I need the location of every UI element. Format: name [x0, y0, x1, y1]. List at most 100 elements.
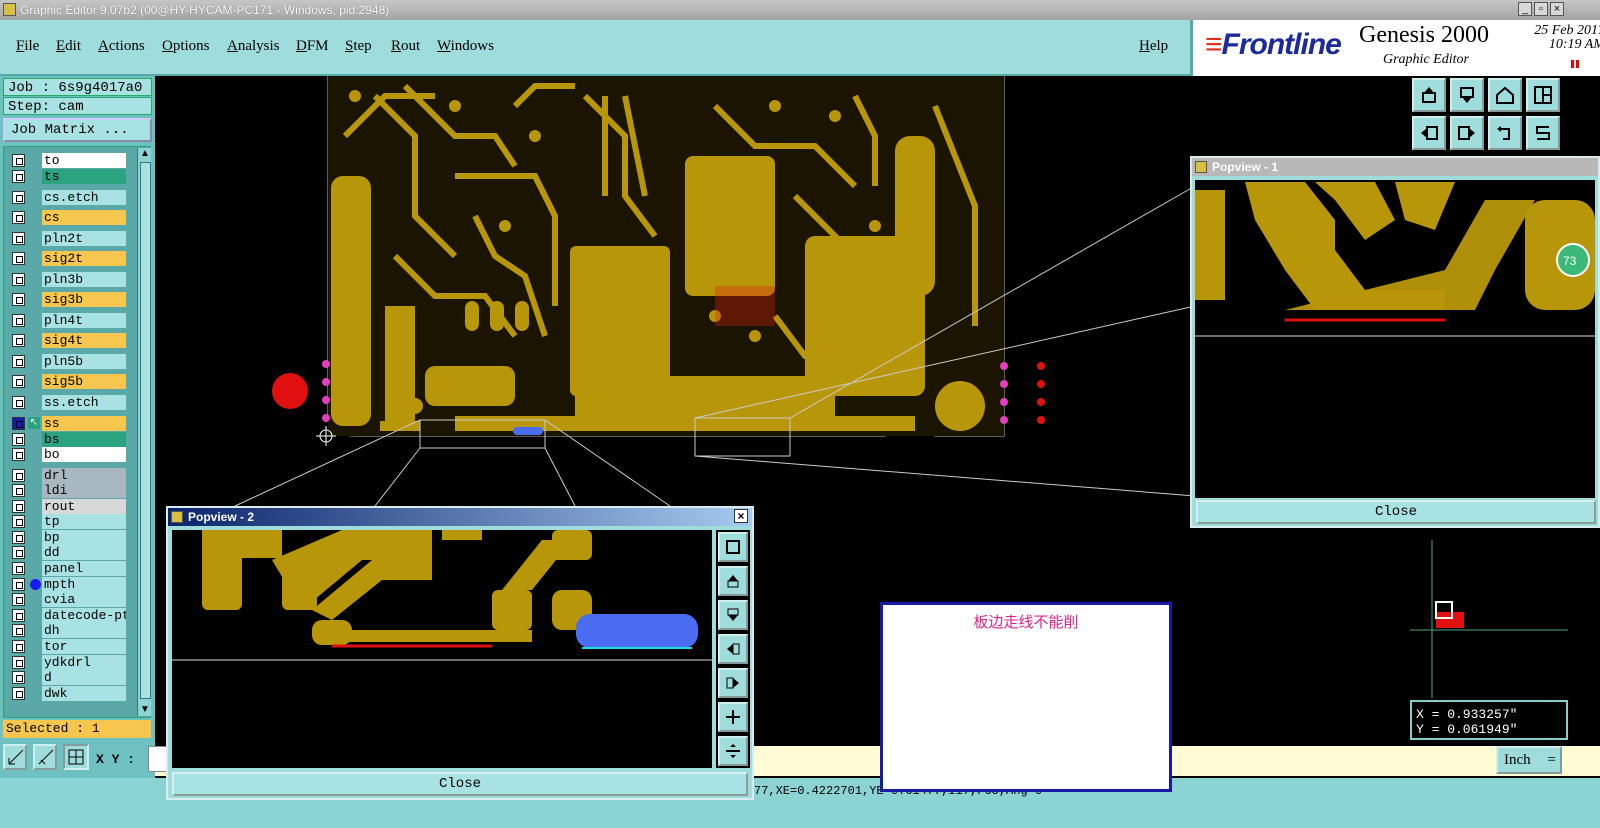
layer-row-sig2t[interactable]: sig2t: [10, 251, 126, 266]
menu-help[interactable]: Help: [1139, 38, 1168, 55]
layer-checkbox[interactable]: [12, 671, 25, 684]
layer-checkbox[interactable]: [12, 578, 25, 591]
xy-input[interactable]: [148, 746, 168, 772]
layer-row-cvia[interactable]: cvia: [10, 592, 126, 607]
layer-checkbox[interactable]: [12, 531, 25, 544]
layer-row-bs[interactable]: bs: [10, 432, 126, 447]
layer-row-ss[interactable]: ↖ ss: [10, 416, 126, 431]
layer-row-ldi[interactable]: ldi: [10, 483, 126, 498]
layer-checkbox[interactable]: [12, 640, 25, 653]
layer-row-rout[interactable]: rout: [10, 499, 126, 514]
menu-file[interactable]: File: [16, 38, 39, 55]
split-view-icon[interactable]: [1526, 78, 1560, 112]
grid-icon[interactable]: [63, 744, 89, 770]
layer-scrollbar[interactable]: ▲ ▼: [137, 148, 151, 716]
layer-checkbox[interactable]: [12, 252, 25, 265]
layer-checkbox[interactable]: [12, 593, 25, 606]
popview-2-close-icon[interactable]: ×: [734, 509, 748, 523]
snap-icon[interactable]: [33, 744, 57, 770]
layer-row-pln3b[interactable]: pln3b: [10, 272, 126, 287]
layer-row-sig4t[interactable]: sig4t: [10, 333, 126, 348]
job-matrix-button[interactable]: Job Matrix ...: [3, 118, 152, 142]
layer-checkbox[interactable]: [12, 687, 25, 700]
zoom-out-icon[interactable]: [718, 736, 748, 766]
undo-view-icon[interactable]: [1488, 116, 1522, 150]
layer-checkbox[interactable]: [12, 396, 25, 409]
window-titlebar[interactable]: Graphic Editor 9.07b2 (00@HY-HYCAM-PC171…: [0, 0, 1600, 20]
menu-rout[interactable]: Rout: [391, 38, 420, 55]
layer-row-datecode-pte[interactable]: datecode-pte: [10, 608, 126, 623]
layer-row-bo[interactable]: bo: [10, 447, 126, 462]
layer-row-pln2t[interactable]: pln2t: [10, 231, 126, 246]
popview-1-close-button[interactable]: Close: [1196, 500, 1596, 524]
layer-checkbox[interactable]: [12, 469, 25, 482]
layer-row-mpth[interactable]: mpth: [10, 577, 126, 592]
popview-2-canvas[interactable]: [172, 530, 712, 768]
layer-checkbox[interactable]: [12, 355, 25, 368]
pan-right-icon[interactable]: [1450, 116, 1484, 150]
menu-actions[interactable]: Actions: [98, 38, 145, 55]
layer-checkbox[interactable]: [12, 448, 25, 461]
layer-checkbox[interactable]: [12, 656, 25, 669]
layer-checkbox[interactable]: [12, 624, 25, 637]
layer-checkbox[interactable]: [12, 609, 25, 622]
popview-1-canvas[interactable]: 73: [1195, 180, 1595, 498]
layer-row-bp[interactable]: bp: [10, 530, 126, 545]
layer-row-tp[interactable]: tp: [10, 514, 126, 529]
layer-checkbox[interactable]: [12, 433, 25, 446]
popview-2-close-button[interactable]: Close: [172, 772, 748, 796]
layer-row-ydkdrl[interactable]: ydkdrl: [10, 655, 126, 670]
layer-checkbox[interactable]: [12, 211, 25, 224]
layer-row-cs-etch[interactable]: cs.etch: [10, 190, 126, 205]
refresh-icon[interactable]: [1526, 116, 1560, 150]
layer-checkbox[interactable]: [12, 515, 25, 528]
pan-left-icon[interactable]: [718, 634, 748, 664]
zoom-fit-icon[interactable]: [718, 532, 748, 562]
layer-row-ts[interactable]: ts: [10, 169, 126, 184]
layer-checkbox[interactable]: [12, 170, 25, 183]
layer-row-sig5b[interactable]: sig5b: [10, 374, 126, 389]
pan-right-icon[interactable]: [718, 668, 748, 698]
units-select[interactable]: Inch =: [1496, 746, 1562, 774]
popview-2-titlebar[interactable]: Popview - 2 ×: [168, 508, 752, 526]
layer-row-pln5b[interactable]: pln5b: [10, 354, 126, 369]
layer-row-pln4t[interactable]: pln4t: [10, 313, 126, 328]
minimize-icon[interactable]: _: [1518, 2, 1532, 16]
popview-1-titlebar[interactable]: Popview - 1: [1192, 158, 1598, 176]
close-icon[interactable]: ×: [1550, 2, 1564, 16]
layer-checkbox[interactable]: [12, 417, 25, 430]
measure-icon[interactable]: [3, 744, 27, 770]
layer-checkbox[interactable]: [12, 500, 25, 513]
maximize-icon[interactable]: ▫: [1534, 2, 1548, 16]
layer-checkbox[interactable]: [12, 191, 25, 204]
menu-windows[interactable]: Windows: [437, 38, 494, 55]
layer-checkbox[interactable]: [12, 232, 25, 245]
layer-row-to[interactable]: to: [10, 153, 126, 168]
home-icon[interactable]: [1488, 78, 1522, 112]
pan-down-icon[interactable]: [718, 600, 748, 630]
layer-row-dd[interactable]: dd: [10, 545, 126, 560]
layer-checkbox[interactable]: [12, 375, 25, 388]
pan-left-icon[interactable]: [1412, 116, 1446, 150]
menu-options[interactable]: Options: [162, 38, 210, 55]
pan-down-icon[interactable]: [1450, 78, 1484, 112]
zoom-in-icon[interactable]: [718, 702, 748, 732]
layer-checkbox[interactable]: [12, 293, 25, 306]
layer-row-sig3b[interactable]: sig3b: [10, 292, 126, 307]
layer-row-dh[interactable]: dh: [10, 623, 126, 638]
layer-row-drl[interactable]: drl: [10, 468, 126, 483]
menu-dfm[interactable]: DFM: [296, 38, 329, 55]
layer-row-tor[interactable]: tor: [10, 639, 126, 654]
layer-row-ss-etch[interactable]: ss.etch: [10, 395, 126, 410]
layer-row-panel[interactable]: panel: [10, 561, 126, 576]
menu-analysis[interactable]: Analysis: [227, 38, 280, 55]
layer-checkbox[interactable]: [12, 484, 25, 497]
pan-up-icon[interactable]: [718, 566, 748, 596]
layer-checkbox[interactable]: [12, 546, 25, 559]
layer-checkbox[interactable]: [12, 334, 25, 347]
layer-checkbox[interactable]: [12, 273, 25, 286]
layer-checkbox[interactable]: [12, 314, 25, 327]
layer-row-cs[interactable]: cs: [10, 210, 126, 225]
pan-up-icon[interactable]: [1412, 78, 1446, 112]
menu-step[interactable]: Step: [345, 38, 372, 55]
